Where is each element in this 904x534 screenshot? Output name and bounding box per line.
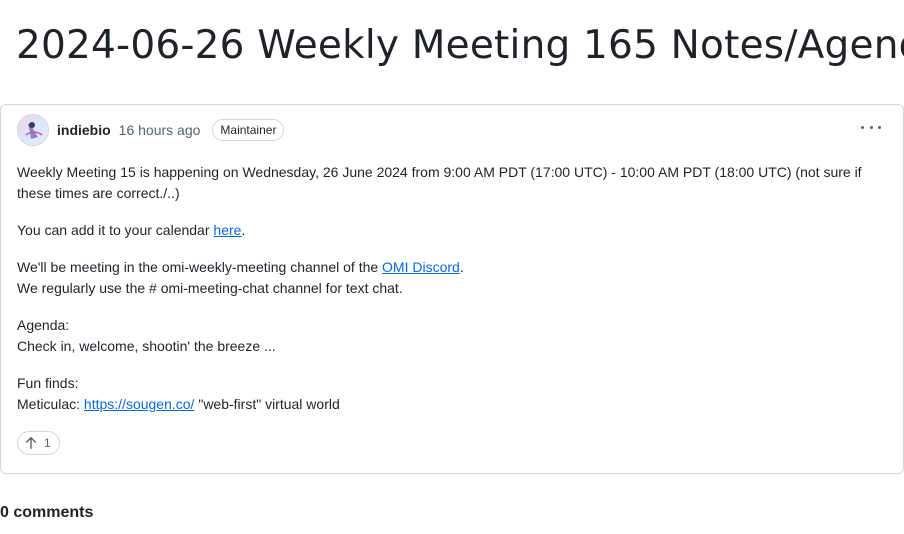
author-name[interactable]: indiebio — [57, 122, 111, 138]
chat-line: We regularly use the # omi-meeting-chat … — [17, 280, 403, 296]
meeting-time-paragraph: Weekly Meeting 15 is happening on Wednes… — [17, 164, 862, 201]
channel-paragraph: We'll be meeting in the omi-weekly-meeti… — [17, 259, 464, 296]
post-header: indiebio 16 hours ago Maintainer — [17, 113, 285, 147]
kebab-horizontal-icon — [861, 125, 864, 129]
more-options-button[interactable] — [861, 121, 881, 133]
fun-finds-paragraph: Fun finds: Meticulac: https://sougen.co/ … — [17, 375, 340, 412]
page-title: 2024-06-26 Weekly Meeting 165 Notes/Agen… — [16, 23, 904, 68]
calendar-link[interactable]: here — [213, 222, 241, 238]
fun-finds-heading: Fun finds: — [17, 375, 79, 391]
discussion-post: indiebio 16 hours ago Maintainer Weekly … — [0, 104, 904, 474]
sougen-link[interactable]: https://sougen.co/ — [84, 396, 195, 412]
upvote-count: 1 — [44, 436, 51, 450]
post-timestamp[interactable]: 16 hours ago — [119, 122, 201, 138]
arrow-up-icon — [25, 437, 37, 449]
discord-link[interactable]: OMI Discord — [382, 259, 460, 275]
comments-count: 0 comments — [0, 504, 94, 521]
agenda-paragraph: Agenda: Check in, welcome, shootin' the b… — [17, 315, 877, 357]
upvote-button[interactable]: 1 — [17, 431, 60, 455]
agenda-heading: Agenda: — [17, 317, 70, 333]
role-badge: Maintainer — [212, 119, 285, 141]
agenda-item: Check in, welcome, shootin' the breeze .… — [17, 338, 276, 354]
author-avatar[interactable] — [17, 114, 49, 146]
calendar-paragraph: You can add it to your calendar here. — [17, 222, 246, 238]
post-body: Weekly Meeting 15 is happening on Wednes… — [17, 162, 877, 431]
